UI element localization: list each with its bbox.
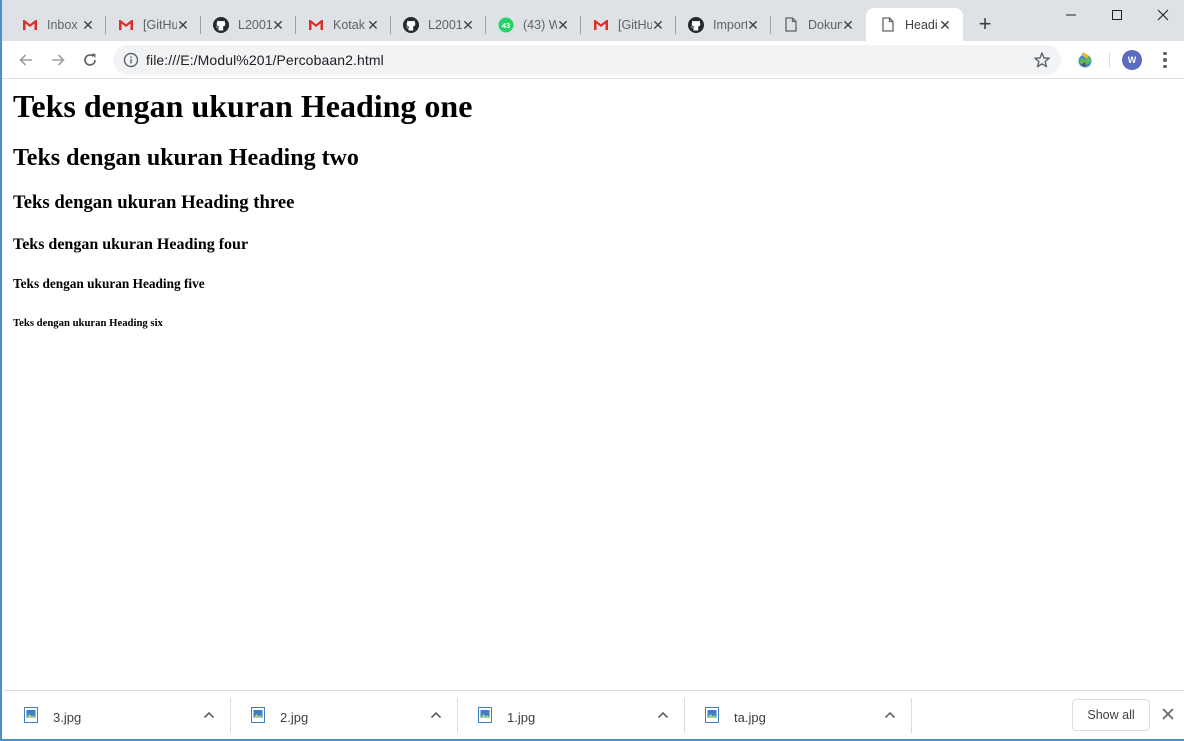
tab-close-icon[interactable]: ✕ xyxy=(555,17,571,33)
gmail-icon xyxy=(22,17,38,33)
tab-github-mail-2[interactable]: [GitHub] ✕ xyxy=(581,8,676,41)
tab-close-icon[interactable]: ✕ xyxy=(650,17,666,33)
tab-dokumen[interactable]: Dokum ✕ xyxy=(771,8,866,41)
whatsapp-icon: 43 xyxy=(498,17,514,33)
menu-kebab-icon[interactable] xyxy=(1157,50,1173,70)
tab-title: Headi xyxy=(905,17,938,32)
tab-close-icon[interactable]: ✕ xyxy=(80,17,96,33)
download-shelf: 3.jpg 2.jpg 1.jpg ta.jpg Show all xyxy=(4,690,1184,739)
tab-github-mail[interactable]: [GitHub] ✕ xyxy=(106,8,201,41)
image-file-icon xyxy=(705,707,719,723)
heading-three: Teks dengan ukuran Heading three xyxy=(13,192,295,213)
tab-title: (43) W xyxy=(523,17,557,32)
download-filename: ta.jpg xyxy=(734,710,766,725)
chevron-up-icon[interactable] xyxy=(202,708,216,722)
image-file-icon xyxy=(251,707,265,723)
tab-title: Inbox xyxy=(47,17,78,32)
back-button[interactable] xyxy=(14,48,38,72)
image-file-icon xyxy=(24,707,38,723)
github-icon xyxy=(403,16,419,33)
tab-title: L2001 xyxy=(428,17,462,32)
github-icon xyxy=(213,16,229,33)
gmail-icon xyxy=(118,17,134,33)
maximize-button[interactable] xyxy=(1094,0,1140,30)
browser-window: Inbox ✕ [GitHub] ✕ L2001 ✕ Kotak ✕ xyxy=(0,0,1184,741)
image-file-icon xyxy=(478,707,492,723)
forward-button[interactable] xyxy=(46,48,70,72)
download-item[interactable]: 2.jpg xyxy=(231,691,458,740)
tab-close-icon[interactable]: ✕ xyxy=(460,17,476,33)
reload-button[interactable] xyxy=(78,48,102,72)
gmail-icon xyxy=(593,17,609,33)
extension-icon[interactable] xyxy=(1075,50,1095,70)
whatsapp-badge: 43 xyxy=(502,21,510,30)
tab-l2001-a[interactable]: L2001 ✕ xyxy=(201,8,296,41)
gmail-icon xyxy=(308,17,324,33)
tab-heading-active[interactable]: Headi ✕ xyxy=(866,8,963,41)
reload-icon xyxy=(84,53,96,66)
tab-close-icon[interactable]: ✕ xyxy=(365,17,381,33)
heading-two: Teks dengan ukuran Heading two xyxy=(13,145,359,171)
tab-title: L2001 xyxy=(238,17,272,32)
close-icon[interactable] xyxy=(1160,706,1176,722)
tab-title: Dokum xyxy=(808,17,842,32)
forward-arrow-icon xyxy=(52,54,65,66)
close-icon xyxy=(1157,9,1169,21)
close-window-button[interactable] xyxy=(1140,0,1184,30)
tab-import[interactable]: Import ✕ xyxy=(676,8,771,41)
tab-close-icon[interactable]: ✕ xyxy=(745,17,761,33)
download-item[interactable]: 3.jpg xyxy=(4,691,231,740)
tab-close-icon[interactable]: ✕ xyxy=(175,17,191,33)
download-filename: 1.jpg xyxy=(507,710,536,725)
heading-one: Teks dengan ukuran Heading one xyxy=(13,88,473,124)
download-item[interactable]: 1.jpg xyxy=(458,691,685,740)
tab-title: Import xyxy=(713,17,747,32)
maximize-icon xyxy=(1112,10,1122,20)
tab-inbox[interactable]: Inbox ✕ xyxy=(2,8,106,41)
profile-avatar[interactable]: W xyxy=(1122,50,1142,70)
tab-title: [GitHub] xyxy=(143,17,177,32)
info-icon[interactable] xyxy=(123,52,139,68)
page-content: Teks dengan ukuran Heading one Teks deng… xyxy=(4,80,1184,690)
tab-close-icon[interactable]: ✕ xyxy=(840,17,856,33)
minimize-icon xyxy=(1066,14,1076,16)
download-filename: 3.jpg xyxy=(53,710,82,725)
url-text[interactable]: file:///E:/Modul%201/Percobaan2.html xyxy=(146,52,384,68)
tab-title: [GitHub] xyxy=(618,17,652,32)
tab-strip: Inbox ✕ [GitHub] ✕ L2001 ✕ Kotak ✕ xyxy=(2,0,1184,41)
address-bar[interactable]: file:///E:/Modul%201/Percobaan2.html xyxy=(113,45,1061,75)
chevron-up-icon[interactable] xyxy=(656,708,670,722)
heading-six: Teks dengan ukuran Heading six xyxy=(13,317,163,329)
bookmark-star-icon[interactable] xyxy=(1033,51,1051,69)
heading-four: Teks dengan ukuran Heading four xyxy=(13,236,249,253)
page-icon xyxy=(880,17,896,33)
tab-l2001-b[interactable]: L2001 ✕ xyxy=(391,8,486,41)
tab-title: Kotak xyxy=(333,17,365,32)
page-icon xyxy=(783,17,799,33)
show-all-button[interactable]: Show all xyxy=(1072,699,1150,731)
back-arrow-icon xyxy=(19,54,32,66)
browser-toolbar: file:///E:/Modul%201/Percobaan2.html xyxy=(2,41,1184,79)
download-filename: 2.jpg xyxy=(280,710,309,725)
download-item[interactable]: ta.jpg xyxy=(685,691,912,740)
new-tab-button[interactable]: + xyxy=(974,13,996,36)
tab-whatsapp[interactable]: 43 (43) W ✕ xyxy=(486,8,581,41)
tab-close-icon[interactable]: ✕ xyxy=(270,17,286,33)
heading-five: Teks dengan ukuran Heading five xyxy=(13,276,205,291)
tab-kotak[interactable]: Kotak ✕ xyxy=(296,8,391,41)
minimize-button[interactable] xyxy=(1048,0,1094,30)
tab-close-icon[interactable]: ✕ xyxy=(937,17,953,33)
github-icon xyxy=(688,16,704,33)
chevron-up-icon[interactable] xyxy=(429,708,443,722)
chevron-up-icon[interactable] xyxy=(883,708,897,722)
